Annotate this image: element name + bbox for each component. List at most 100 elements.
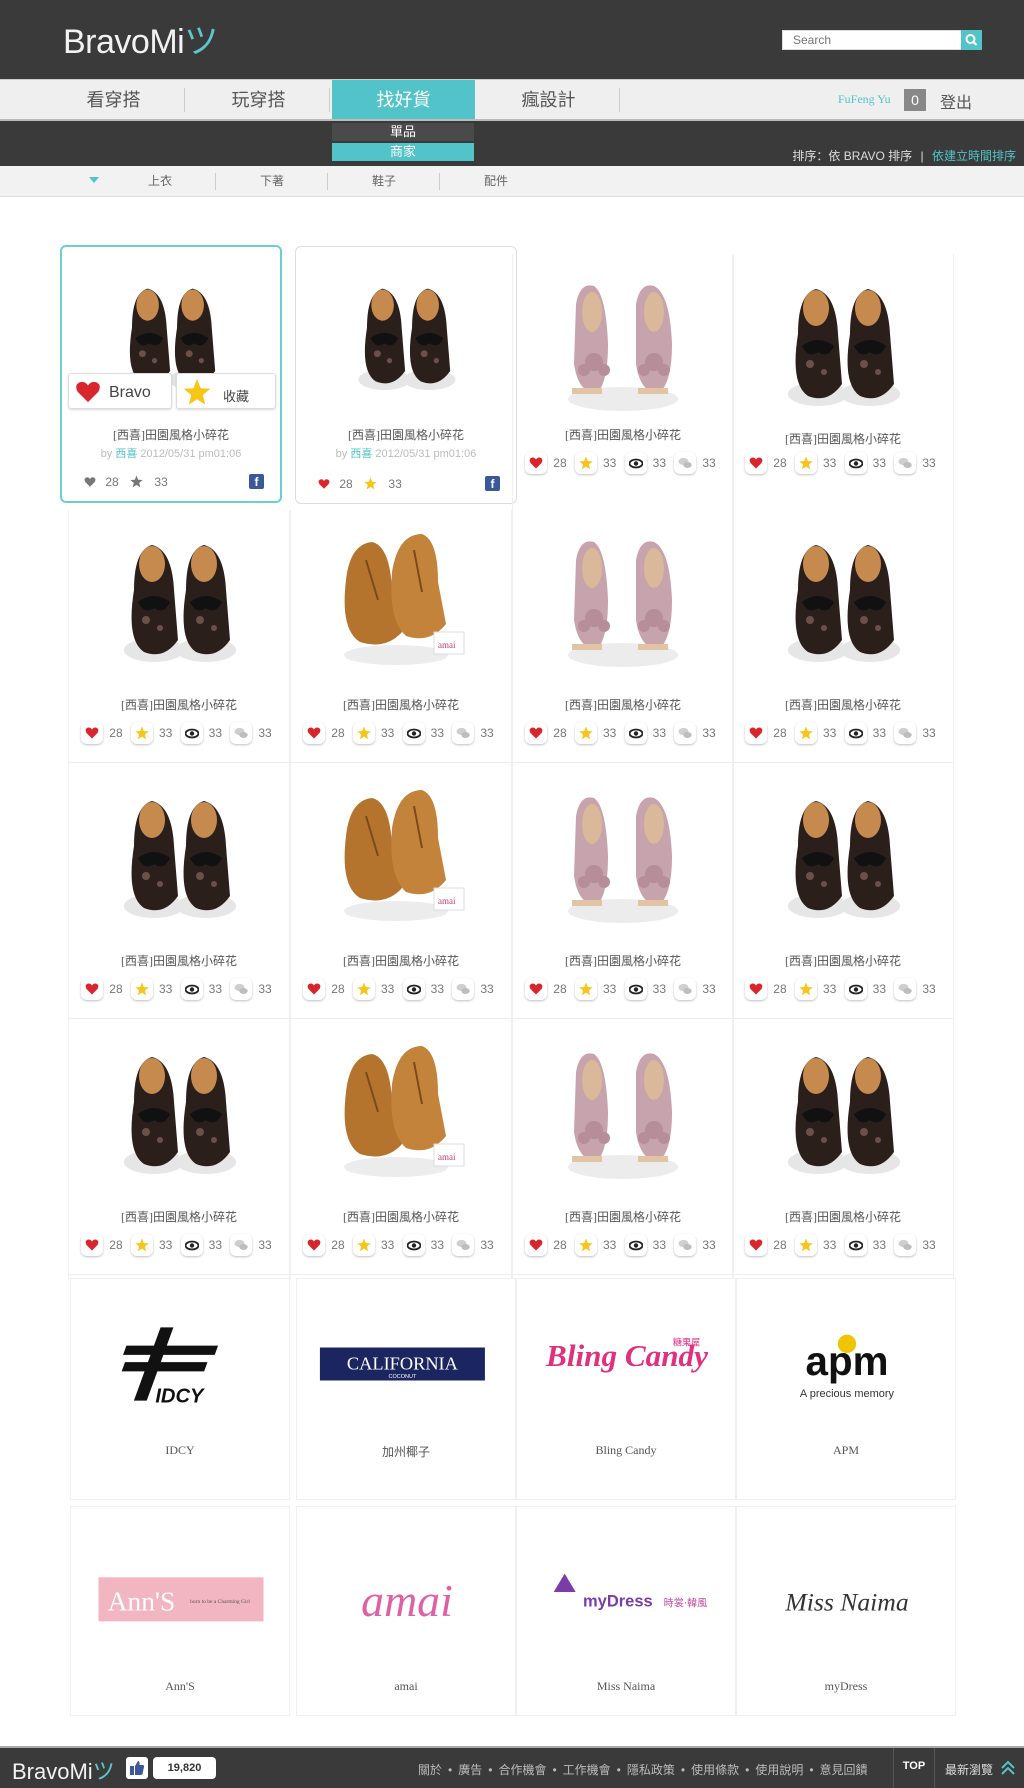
comment-button[interactable] [674,978,697,1000]
facebook-share-icon[interactable]: f [249,474,264,489]
brand-card[interactable]: CALIFORNIA COCONUT 加州椰子 [296,1278,516,1500]
star-button[interactable] [130,722,153,744]
product-title[interactable]: [西喜]田園風格小碎花 [296,426,516,443]
product-title[interactable]: [西喜]田園風格小碎花 [733,1208,953,1225]
star-button[interactable] [794,452,817,474]
star-button[interactable] [794,978,817,1000]
eye-button[interactable] [844,722,867,744]
site-logo[interactable]: BravoMiツ [63,14,218,63]
heart-button[interactable] [745,452,768,474]
collect-button[interactable]: 收藏 [176,373,276,409]
eye-button[interactable] [402,1234,425,1256]
product-title[interactable]: [西喜]田園風格小碎花 [513,1208,733,1225]
comment-button[interactable] [452,722,475,744]
product-title[interactable]: [西喜]田園風格小碎花 [69,696,289,713]
category-tops[interactable]: 上衣 [104,166,216,197]
comment-button[interactable] [894,722,917,744]
comment-button[interactable] [230,722,253,744]
brand-name[interactable]: amai [297,1679,515,1694]
product-card[interactable]: [西喜]田園風格小碎花 28 33 33 33 [732,254,954,512]
product-image[interactable] [548,1032,698,1182]
star-button[interactable] [794,1234,817,1256]
heart-button[interactable] [525,722,548,744]
product-image[interactable] [548,776,698,926]
sub-menu-item-products[interactable]: 單品 [332,123,474,141]
brand-name[interactable]: Miss Naima [517,1679,735,1694]
star-button[interactable] [574,722,597,744]
product-image[interactable] [768,264,918,414]
footer-logo[interactable]: BravoMiツ [12,1754,115,1786]
comment-button[interactable] [452,978,475,1000]
star-button[interactable] [794,722,817,744]
heart-button[interactable] [81,978,104,1000]
star-button[interactable] [352,978,375,1000]
brand-name[interactable]: 加州椰子 [297,1443,515,1460]
eye-button[interactable] [624,1234,647,1256]
footer-link[interactable]: 使用條款 [691,1763,739,1777]
eye-button[interactable] [624,452,647,474]
logout-link[interactable]: 登出 [940,89,972,113]
comment-button[interactable] [894,1234,917,1256]
tab-find-goods[interactable]: 找好貨 [332,80,475,120]
heart-button[interactable] [525,452,548,474]
heart-button[interactable] [303,978,326,1000]
footer-link[interactable]: 隱私政策 [627,1763,675,1777]
product-card[interactable]: [西喜]田園風格小碎花 28 33 33 33 [68,1022,290,1280]
heart-button[interactable] [303,1234,326,1256]
eye-button[interactable] [624,978,647,1000]
product-title[interactable]: [西喜]田園風格小碎花 [733,952,953,969]
comment-button[interactable] [674,1234,697,1256]
brand-logo[interactable]: CALIFORNIACOCONUT [307,1309,507,1419]
brand-logo[interactable]: myDress 時裳·韓風 [527,1537,727,1647]
comment-button[interactable] [674,452,697,474]
sort-by-time-link[interactable]: 依建立時間排序 [932,149,1016,163]
eye-button[interactable] [844,1234,867,1256]
product-image[interactable] [326,776,476,926]
facebook-like-button[interactable] [126,1757,148,1779]
product-title[interactable]: [西喜]田園風格小碎花 [69,1208,289,1225]
product-image[interactable] [768,776,918,926]
eye-button[interactable] [180,722,203,744]
back-to-top-button[interactable]: TOP [893,1748,935,1788]
heart-button[interactable] [745,1234,768,1256]
brand-card[interactable]: IDCY IDCY [70,1278,290,1500]
brand-logo[interactable]: Miss Naima [747,1537,947,1647]
brand-card[interactable]: Bling Candy 糖果屋 Bling Candy [516,1278,736,1500]
product-image[interactable] [768,1032,918,1182]
message-count-badge[interactable]: 0 [904,89,926,111]
brand-logo[interactable]: amai [307,1537,507,1647]
product-image[interactable] [104,520,254,670]
heart-button[interactable] [525,978,548,1000]
comment-button[interactable] [230,978,253,1000]
brand-card[interactable]: Miss Naima myDress [736,1506,956,1716]
footer-link[interactable]: 合作機會 [498,1763,546,1777]
comment-button[interactable] [894,452,917,474]
product-card[interactable]: [西喜]田園風格小碎花 28 33 33 33 [290,510,512,768]
eye-button[interactable] [180,1234,203,1256]
product-image[interactable] [104,1032,254,1182]
star-button[interactable] [130,1234,153,1256]
search-button[interactable] [961,30,982,50]
product-title[interactable]: [西喜]田園風格小碎花 [513,696,733,713]
comment-button[interactable] [452,1234,475,1256]
product-image[interactable] [341,267,471,397]
brand-card[interactable]: Ann'S born to be a Charming Girl Ann'S [70,1506,290,1716]
author-link[interactable]: 西喜 [115,448,137,460]
brand-name[interactable]: myDress [737,1679,955,1694]
product-image[interactable] [548,264,698,414]
category-bottoms[interactable]: 下著 [216,166,328,197]
heart-button[interactable] [81,1234,104,1256]
comment-button[interactable] [230,1234,253,1256]
product-title[interactable]: [西喜]田園風格小碎花 [291,952,511,969]
product-card[interactable]: [西喜]田園風格小碎花 28 33 33 33 [512,766,734,1024]
eye-button[interactable] [402,978,425,1000]
star-button[interactable] [352,722,375,744]
star-button[interactable] [574,978,597,1000]
product-title[interactable]: [西喜]田園風格小碎花 [733,430,953,447]
star-button[interactable] [574,1234,597,1256]
brand-logo[interactable]: Bling Candy糖果屋 [527,1309,727,1419]
brand-name[interactable]: Ann'S [71,1679,289,1694]
sort-by-bravo[interactable]: 排序：依 BRAVO 排序 [792,149,912,163]
product-title[interactable]: [西喜]田園風格小碎花 [733,696,953,713]
footer-link[interactable]: 關於 [418,1763,442,1777]
